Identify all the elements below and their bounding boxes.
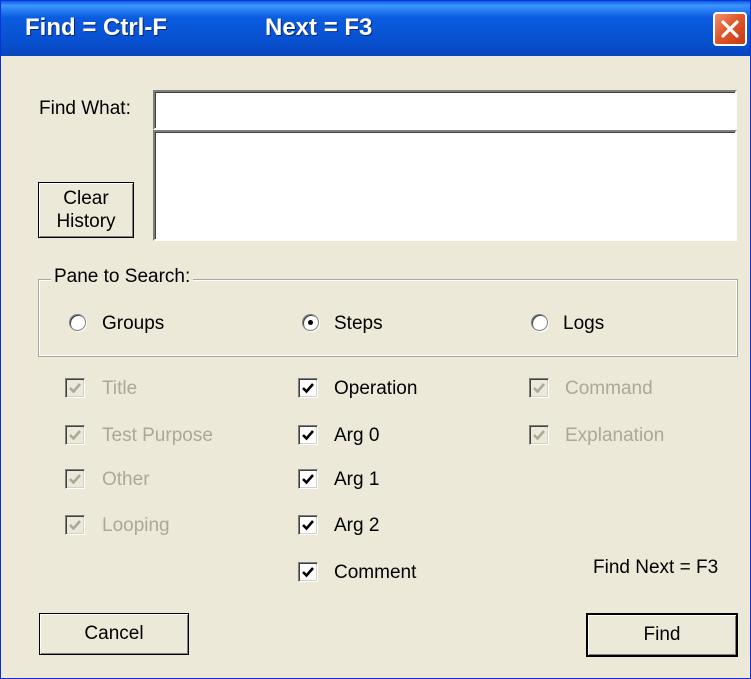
- find-next-hint: Find Next = F3: [593, 557, 719, 578]
- clear-history-button[interactable]: Clear History: [38, 182, 134, 238]
- close-icon: [721, 20, 739, 38]
- checkbox-command[interactable]: [529, 378, 549, 398]
- find-what-label: Find What:: [39, 98, 131, 119]
- check-icon: [302, 520, 314, 531]
- check-icon: [533, 383, 545, 394]
- checkbox-arg1[interactable]: [298, 469, 318, 489]
- checkbox-test-purpose[interactable]: [65, 425, 85, 445]
- check-icon: [69, 474, 81, 485]
- checkbox-comment-label: Comment: [334, 562, 417, 583]
- checkbox-title[interactable]: [65, 378, 85, 398]
- clear-history-line1: Clear: [63, 188, 109, 209]
- checkbox-title-label: Title: [102, 378, 138, 399]
- checkbox-arg2-label: Arg 2: [334, 515, 380, 536]
- radio-selected-dot: [308, 320, 313, 325]
- checkbox-other[interactable]: [65, 469, 85, 489]
- radio-logs-label: Logs: [563, 313, 605, 334]
- checkbox-arg0-label: Arg 0: [334, 425, 380, 446]
- title-bar[interactable]: Find = Ctrl-F Next = F3: [1, 1, 750, 56]
- checkbox-arg2[interactable]: [298, 515, 318, 535]
- find-dialog: Find = Ctrl-F Next = F3 Find What: Clear…: [0, 0, 751, 679]
- checkbox-arg0[interactable]: [298, 425, 318, 445]
- radio-groups[interactable]: [69, 314, 86, 331]
- check-icon: [69, 383, 81, 394]
- check-icon: [302, 430, 314, 441]
- check-icon: [533, 430, 545, 441]
- check-icon: [69, 520, 81, 531]
- check-icon: [302, 567, 314, 578]
- checkbox-command-label: Command: [565, 378, 653, 399]
- checkbox-explanation[interactable]: [529, 425, 549, 445]
- checkbox-other-label: Other: [102, 469, 150, 490]
- radio-steps[interactable]: [302, 314, 319, 331]
- cancel-button[interactable]: Cancel: [39, 613, 189, 655]
- find-what-input[interactable]: [155, 92, 735, 128]
- checkbox-arg1-label: Arg 1: [334, 469, 380, 490]
- find-button[interactable]: Find: [586, 613, 738, 657]
- check-icon: [302, 383, 314, 394]
- radio-logs[interactable]: [531, 314, 548, 331]
- checkbox-test-purpose-label: Test Purpose: [102, 425, 213, 446]
- close-button[interactable]: [713, 12, 747, 46]
- pane-to-search-legend: Pane to Search:: [51, 266, 194, 288]
- find-what-input-box: [153, 90, 737, 130]
- title-find-shortcut: Find = Ctrl-F: [25, 14, 167, 41]
- checkbox-explanation-label: Explanation: [565, 425, 665, 446]
- radio-steps-label: Steps: [334, 313, 383, 334]
- checkbox-looping-label: Looping: [102, 515, 170, 536]
- checkbox-comment[interactable]: [298, 562, 318, 582]
- clear-history-line2: History: [56, 211, 116, 232]
- check-icon: [302, 474, 314, 485]
- checkbox-operation[interactable]: [298, 378, 318, 398]
- radio-groups-label: Groups: [102, 313, 165, 334]
- title-next-shortcut: Next = F3: [265, 14, 373, 41]
- checkbox-looping[interactable]: [65, 515, 85, 535]
- checkbox-operation-label: Operation: [334, 378, 418, 399]
- check-icon: [69, 430, 81, 441]
- find-history-list[interactable]: [153, 130, 737, 241]
